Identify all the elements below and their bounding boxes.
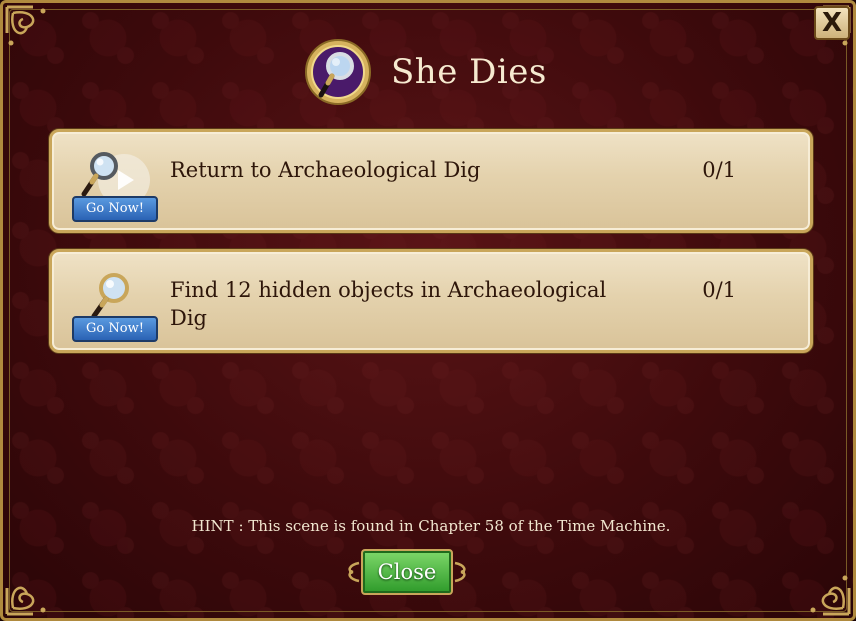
close-button-frame: Close [343, 547, 471, 599]
task-progress: 0/1 [702, 158, 736, 182]
task-progress: 0/1 [702, 278, 736, 302]
task-card: Go Now! Find 12 hidden objects in Archae… [49, 249, 813, 353]
magnifier-badge-icon [305, 39, 371, 105]
dialog-title: She Dies [391, 52, 547, 92]
task-description: Return to Archaeological Dig [170, 158, 481, 182]
close-button[interactable]: Close [361, 549, 453, 595]
corner-ornament-icon [5, 586, 46, 616]
go-now-button[interactable]: Go Now! [72, 196, 158, 222]
scroll-ornament-icon [348, 561, 360, 583]
task-card: Go Now! Return to Archaeological Dig 0/1 [49, 129, 813, 233]
go-now-button[interactable]: Go Now! [72, 316, 158, 342]
task-description: Find 12 hidden objects in Archaeological… [170, 278, 607, 330]
close-x-button[interactable]: X [814, 6, 850, 40]
corner-ornament-icon [810, 575, 851, 616]
quest-dialog: X She Dies Go Now! Return to Archaeologi… [0, 0, 856, 621]
scroll-ornament-icon [454, 561, 466, 583]
hint-text: HINT : This scene is found in Chapter 58… [191, 517, 671, 535]
corner-ornament-icon [5, 5, 46, 46]
dialog-header: She Dies [303, 37, 547, 107]
